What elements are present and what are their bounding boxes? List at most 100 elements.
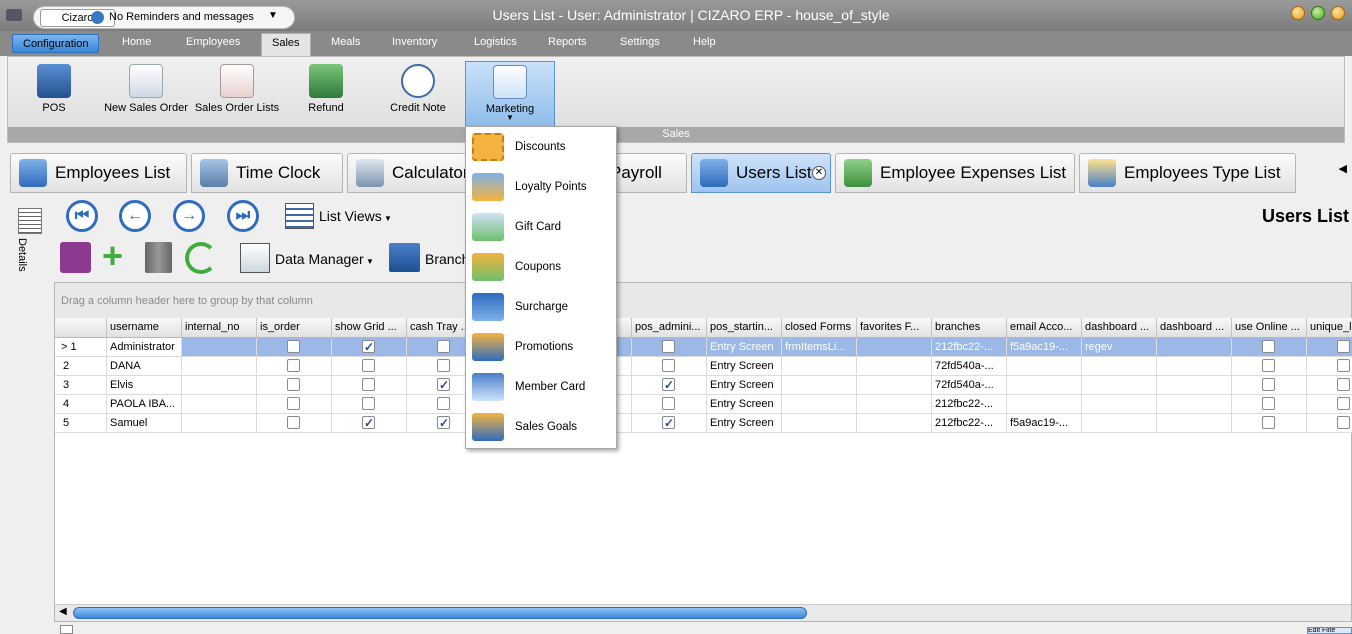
grid-cell-email[interactable] xyxy=(1007,395,1082,414)
grid-cell-internal-no[interactable] xyxy=(182,357,257,376)
grid-cell-show-grid[interactable] xyxy=(332,376,407,395)
data-manager-icon[interactable] xyxy=(240,243,270,273)
tab-meals[interactable]: Meals xyxy=(331,36,360,48)
menu-item-gift-card[interactable]: Gift Card xyxy=(466,207,616,247)
checkbox[interactable] xyxy=(1262,397,1275,410)
grid-cell-favorites[interactable] xyxy=(857,338,932,357)
grid-cell-is-order[interactable] xyxy=(257,338,332,357)
grid-cell-unique[interactable] xyxy=(1307,414,1352,433)
checkbox[interactable] xyxy=(662,359,675,372)
row-number[interactable]: 5 xyxy=(55,414,107,433)
details-label[interactable]: Details xyxy=(16,238,28,272)
add-icon[interactable]: + xyxy=(102,238,123,274)
checkbox[interactable] xyxy=(662,414,675,432)
delete-icon[interactable] xyxy=(145,242,172,273)
menu-item-coupons[interactable]: Coupons xyxy=(466,247,616,287)
grid-cell-pos-start[interactable]: Entry Screen xyxy=(707,395,782,414)
column-header[interactable]: show Grid ... xyxy=(332,318,407,338)
grid-cell-username[interactable]: Samuel xyxy=(107,414,182,433)
grid-cell-favorites[interactable] xyxy=(857,376,932,395)
tab-reports[interactable]: Reports xyxy=(548,36,587,48)
grid-cell-show-grid[interactable] xyxy=(332,357,407,376)
grid-cell-internal-no[interactable] xyxy=(182,376,257,395)
tab-help[interactable]: Help xyxy=(693,36,716,48)
grid-cell-email[interactable] xyxy=(1007,357,1082,376)
grid-cell-is-order[interactable] xyxy=(257,395,332,414)
checkbox[interactable] xyxy=(1337,378,1350,391)
grid-cell-dash2[interactable] xyxy=(1157,414,1232,433)
tabs-scroll-right-icon[interactable]: ◀ xyxy=(1339,162,1347,175)
tab-home[interactable]: Home xyxy=(122,36,151,48)
column-header[interactable]: internal_no xyxy=(182,318,257,338)
edit-filter-button[interactable]: Edit Filte xyxy=(1307,627,1352,634)
menu-item-promotions[interactable]: Promotions xyxy=(466,327,616,367)
scrollbar-thumb[interactable] xyxy=(73,607,807,619)
grid-cell-use-online[interactable] xyxy=(1232,357,1307,376)
filter-enable-checkbox[interactable] xyxy=(60,625,73,634)
credit-note-button[interactable]: Credit Note xyxy=(384,61,452,127)
grid-cell-internal-no[interactable] xyxy=(182,395,257,414)
menu-item-discounts[interactable]: Discounts xyxy=(466,127,616,167)
grid-cell-email[interactable]: f5a9ac19-... xyxy=(1007,338,1082,357)
horizontal-scrollbar[interactable]: ◀ xyxy=(55,604,1351,621)
minimize-icon[interactable] xyxy=(1291,6,1305,20)
grid-cell-closed-forms[interactable] xyxy=(782,357,857,376)
column-header[interactable]: dashboard ... xyxy=(1157,318,1232,338)
checkbox[interactable] xyxy=(362,378,375,391)
checkbox[interactable] xyxy=(1337,416,1350,429)
branch-button[interactable]: Branch xyxy=(425,251,469,267)
grid-cell-dash2[interactable] xyxy=(1157,395,1232,414)
list-views-button[interactable]: List Views ▼ xyxy=(319,208,392,224)
checkbox[interactable] xyxy=(1337,340,1350,353)
tab-employee-expenses-list[interactable]: Employee Expenses List xyxy=(835,153,1075,193)
tab-employees[interactable]: Employees xyxy=(186,36,240,48)
previous-record-button[interactable]: ← xyxy=(119,200,151,232)
checkbox[interactable] xyxy=(1262,416,1275,429)
grid-cell-internal-no[interactable] xyxy=(182,338,257,357)
grid-cell-pos-start[interactable]: Entry Screen xyxy=(707,376,782,395)
grid-cell-closed-forms[interactable] xyxy=(782,395,857,414)
column-header[interactable]: pos_admini... xyxy=(632,318,707,338)
grid-cell-show-grid[interactable] xyxy=(332,338,407,357)
grid-cell-is-order[interactable] xyxy=(257,376,332,395)
grid-cell-favorites[interactable] xyxy=(857,357,932,376)
marketing-button[interactable]: Marketing ▼ xyxy=(465,61,555,127)
column-header[interactable]: unique_l xyxy=(1307,318,1352,338)
row-number[interactable]: 2 xyxy=(55,357,107,376)
grid-cell-branches[interactable]: 72fd540a-... xyxy=(932,357,1007,376)
grid-cell-pos-start[interactable]: Entry Screen xyxy=(707,414,782,433)
checkbox[interactable] xyxy=(1262,359,1275,372)
row-number[interactable]: > 1 xyxy=(55,338,107,357)
column-header[interactable]: closed Forms xyxy=(782,318,857,338)
grid-cell-closed-forms[interactable]: frmItemsLi... xyxy=(782,338,857,357)
list-views-icon[interactable] xyxy=(285,203,314,229)
grid-cell-email[interactable] xyxy=(1007,376,1082,395)
refund-button[interactable]: Refund xyxy=(296,61,356,127)
tab-settings[interactable]: Settings xyxy=(620,36,660,48)
row-number[interactable]: 3 xyxy=(55,376,107,395)
checkbox[interactable] xyxy=(287,378,300,391)
next-record-button[interactable]: → xyxy=(173,200,205,232)
grid-cell-branches[interactable]: 212fbc22-... xyxy=(932,395,1007,414)
grid-cell-use-online[interactable] xyxy=(1232,414,1307,433)
checkbox[interactable] xyxy=(362,338,375,356)
checkbox[interactable] xyxy=(437,340,450,353)
grid-cell-username[interactable]: PAOLA IBA... xyxy=(107,395,182,414)
grid-cell-closed-forms[interactable] xyxy=(782,414,857,433)
grid-cell-pos-admin[interactable] xyxy=(632,357,707,376)
checkbox[interactable] xyxy=(437,376,450,394)
grid-cell-unique[interactable] xyxy=(1307,338,1352,357)
grid-cell-pos-admin[interactable] xyxy=(632,414,707,433)
grid-cell-use-online[interactable] xyxy=(1232,395,1307,414)
grid-cell-dash1[interactable]: regev xyxy=(1082,338,1157,357)
grid-cell-use-online[interactable] xyxy=(1232,338,1307,357)
checkbox[interactable] xyxy=(1337,397,1350,410)
column-header[interactable]: dashboard ... xyxy=(1082,318,1157,338)
last-record-button[interactable]: ⏭ xyxy=(227,200,259,232)
grid-cell-dash1[interactable] xyxy=(1082,357,1157,376)
grid-cell-dash2[interactable] xyxy=(1157,357,1232,376)
grid-cell-username[interactable]: Elvis xyxy=(107,376,182,395)
grid-cell-dash1[interactable] xyxy=(1082,376,1157,395)
checkbox[interactable] xyxy=(662,340,675,353)
first-record-button[interactable]: ⏮ xyxy=(66,200,98,232)
